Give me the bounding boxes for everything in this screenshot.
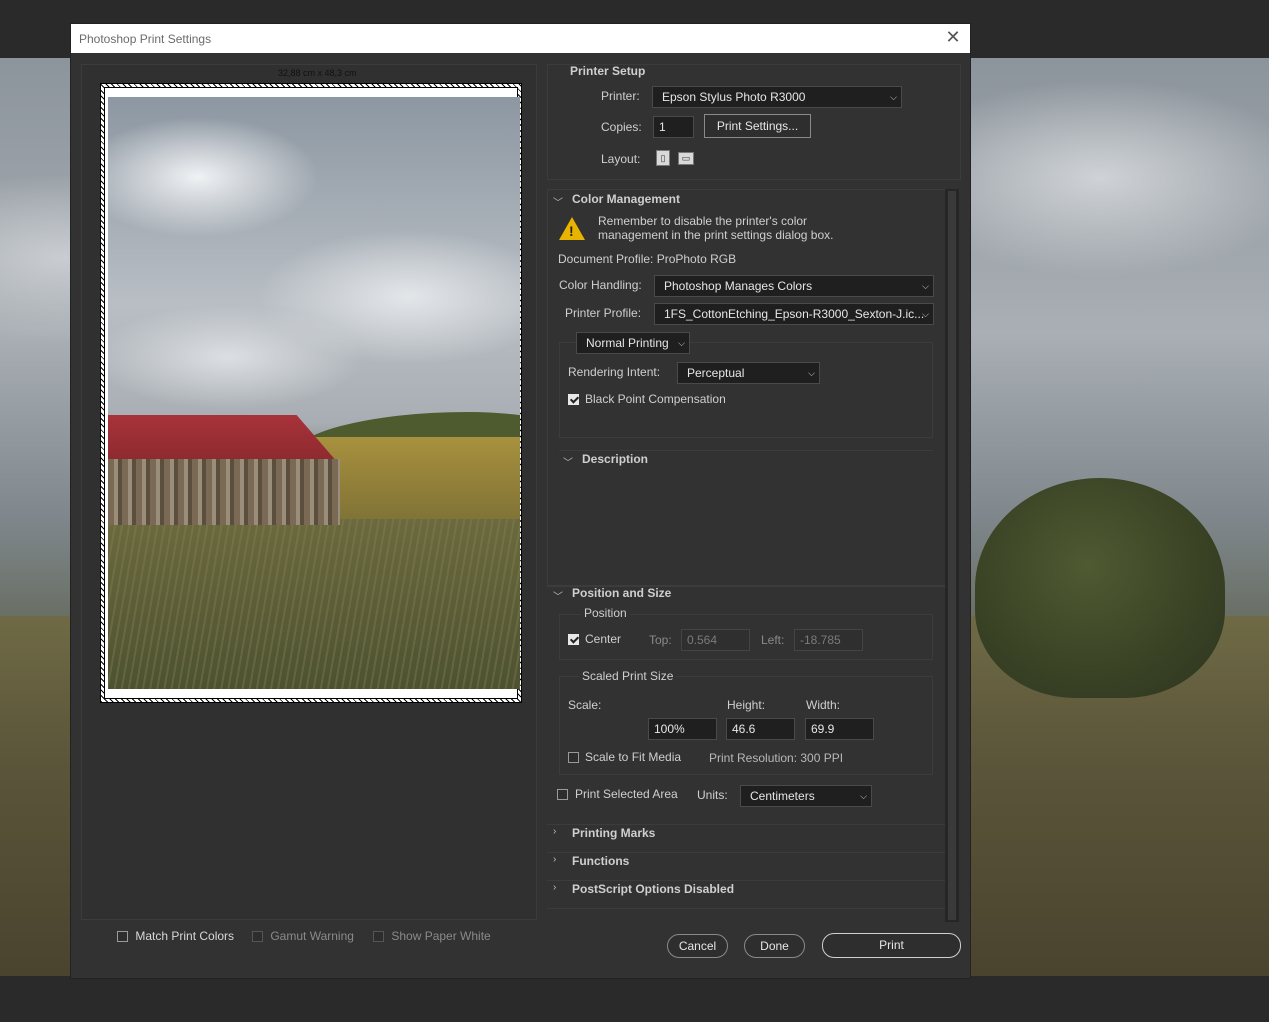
gamut-warning-label: Gamut Warning — [270, 929, 354, 943]
chevron-down-icon: ⌵ — [922, 309, 929, 319]
center-label: Center — [585, 632, 622, 646]
scale-to-fit-checkbox[interactable] — [568, 752, 579, 763]
units-value: Centimeters — [750, 789, 815, 803]
top-input: 0.564 — [681, 629, 750, 651]
dialog-titlebar: Photoshop Print Settings ✕ — [71, 24, 970, 53]
done-button[interactable]: Done — [744, 934, 805, 958]
warning-icon-mark: ! — [569, 223, 574, 239]
printing-mode-dropdown[interactable]: Normal Printing ⌵ — [576, 332, 690, 354]
height-input[interactable]: 46.6 — [726, 718, 795, 740]
top-label: Top: — [649, 633, 672, 647]
rendering-options-box — [559, 342, 933, 438]
printing-marks-divider — [547, 824, 945, 825]
close-icon[interactable]: ✕ — [944, 28, 962, 46]
print-resolution-label: Print Resolution: 300 PPI — [709, 751, 844, 765]
show-paper-white-label: Show Paper White — [391, 929, 491, 943]
document-profile-label: Document Profile: ProPhoto RGB — [558, 252, 737, 266]
scale-input[interactable]: 100% — [648, 718, 717, 740]
dialog-title: Photoshop Print Settings — [79, 32, 212, 46]
postscript-divider — [547, 880, 945, 881]
collapse-chevron-icon[interactable]: ﹀ — [553, 588, 563, 603]
color-handling-value: Photoshop Manages Colors — [664, 279, 813, 293]
rendering-intent-value: Perceptual — [687, 366, 745, 380]
chevron-down-icon: ⌵ — [922, 281, 929, 291]
chevron-down-icon: ⌵ — [860, 791, 867, 801]
paper-printable-area — [104, 87, 520, 699]
description-heading[interactable]: Description — [582, 452, 648, 466]
match-print-colors-label: Match Print Colors — [135, 929, 235, 943]
collapse-chevron-icon[interactable]: ﹀ — [553, 194, 563, 209]
center-checkbox[interactable] — [568, 634, 579, 645]
print-settings-button[interactable]: Print Settings... — [704, 114, 811, 138]
printer-profile-dropdown[interactable]: 1FS_CottonEtching_Epson-R3000_Sexton-J.i… — [654, 303, 934, 325]
printer-setup-heading: Printer Setup — [570, 64, 646, 78]
black-point-checkbox[interactable] — [568, 394, 579, 405]
black-point-label: Black Point Compensation — [585, 392, 726, 406]
functions-heading[interactable]: Functions — [572, 854, 629, 868]
position-size-heading[interactable]: Position and Size — [572, 586, 671, 600]
match-print-colors-option[interactable]: Match Print Colors — [117, 929, 234, 943]
expand-chevron-icon[interactable]: › — [553, 882, 556, 893]
preview-shed-walls — [108, 459, 340, 525]
scaled-size-label: Scaled Print Size — [579, 669, 677, 683]
portrait-layout-icon[interactable]: ▯ — [656, 150, 670, 166]
image-preview[interactable] — [108, 97, 520, 689]
printing-marks-heading[interactable]: Printing Marks — [572, 826, 655, 840]
width-label: Width: — [806, 698, 841, 712]
width-input[interactable]: 69.9 — [805, 718, 874, 740]
print-selected-area-label: Print Selected Area — [575, 787, 678, 801]
warning-text-line1: Remember to disable the printer's color — [598, 214, 808, 228]
background-tree — [975, 478, 1225, 698]
postscript-heading[interactable]: PostScript Options Disabled — [572, 882, 734, 896]
scale-label: Scale: — [568, 698, 602, 712]
printing-mode-value: Normal Printing — [586, 336, 669, 350]
match-print-colors-checkbox[interactable] — [117, 931, 128, 943]
scrollbar-thumb[interactable] — [948, 191, 956, 920]
layout-label: Layout: — [601, 152, 641, 166]
copies-label: Copies: — [601, 120, 642, 134]
printer-profile-value: 1FS_CottonEtching_Epson-R3000_Sexton-J.i… — [664, 307, 925, 321]
sections-bottom-divider — [547, 908, 945, 909]
gamut-warning-option: Gamut Warning — [252, 929, 354, 943]
show-paper-white-checkbox — [373, 931, 384, 943]
color-handling-label: Color Handling: — [559, 278, 642, 292]
show-paper-white-option: Show Paper White — [373, 929, 491, 943]
position-label: Position — [581, 606, 630, 620]
functions-divider — [547, 852, 945, 853]
height-label: Height: — [727, 698, 766, 712]
left-input: -18.785 — [794, 629, 863, 651]
expand-chevron-icon[interactable]: › — [553, 854, 556, 865]
chevron-down-icon: ⌵ — [678, 338, 685, 348]
warning-text-line2: management in the print settings dialog … — [598, 228, 834, 242]
printer-dropdown[interactable]: Epson Stylus Photo R3000 ⌵ — [652, 86, 902, 108]
printer-profile-label: Printer Profile: — [565, 306, 642, 320]
preview-grass — [108, 519, 520, 689]
units-label: Units: — [697, 788, 728, 802]
printer-label: Printer: — [601, 89, 640, 103]
print-button[interactable]: Print — [822, 933, 961, 958]
copies-input[interactable]: 1 — [653, 116, 694, 138]
paper-preview — [100, 83, 522, 703]
landscape-layout-icon[interactable]: ▭ — [678, 152, 694, 165]
chevron-down-icon: ⌵ — [808, 368, 815, 378]
print-settings-dialog: Photoshop Print Settings ✕ 32,88 cm x 48… — [70, 23, 971, 979]
color-management-heading[interactable]: Color Management — [572, 192, 680, 206]
color-handling-dropdown[interactable]: Photoshop Manages Colors ⌵ — [654, 275, 934, 297]
expand-chevron-icon[interactable]: › — [553, 826, 556, 837]
settings-scrollbar[interactable] — [945, 189, 959, 922]
gamut-warning-checkbox — [252, 931, 263, 943]
units-dropdown[interactable]: Centimeters ⌵ — [740, 785, 872, 807]
cancel-button[interactable]: Cancel — [667, 934, 728, 958]
description-divider — [559, 450, 933, 451]
collapse-chevron-icon[interactable]: ﹀ — [563, 454, 573, 469]
chevron-down-icon: ⌵ — [890, 92, 897, 102]
scale-to-fit-label: Scale to Fit Media — [585, 750, 682, 764]
printer-value: Epson Stylus Photo R3000 — [662, 90, 806, 104]
paper-size-label: 32,88 cm x 48,3 cm — [278, 68, 357, 78]
rendering-intent-dropdown[interactable]: Perceptual ⌵ — [677, 362, 820, 384]
print-selected-area-checkbox[interactable] — [557, 789, 568, 800]
left-label: Left: — [761, 633, 785, 647]
print-preview-area: 32,88 cm x 48,3 cm — [81, 64, 537, 920]
rendering-intent-label: Rendering Intent: — [568, 365, 661, 379]
